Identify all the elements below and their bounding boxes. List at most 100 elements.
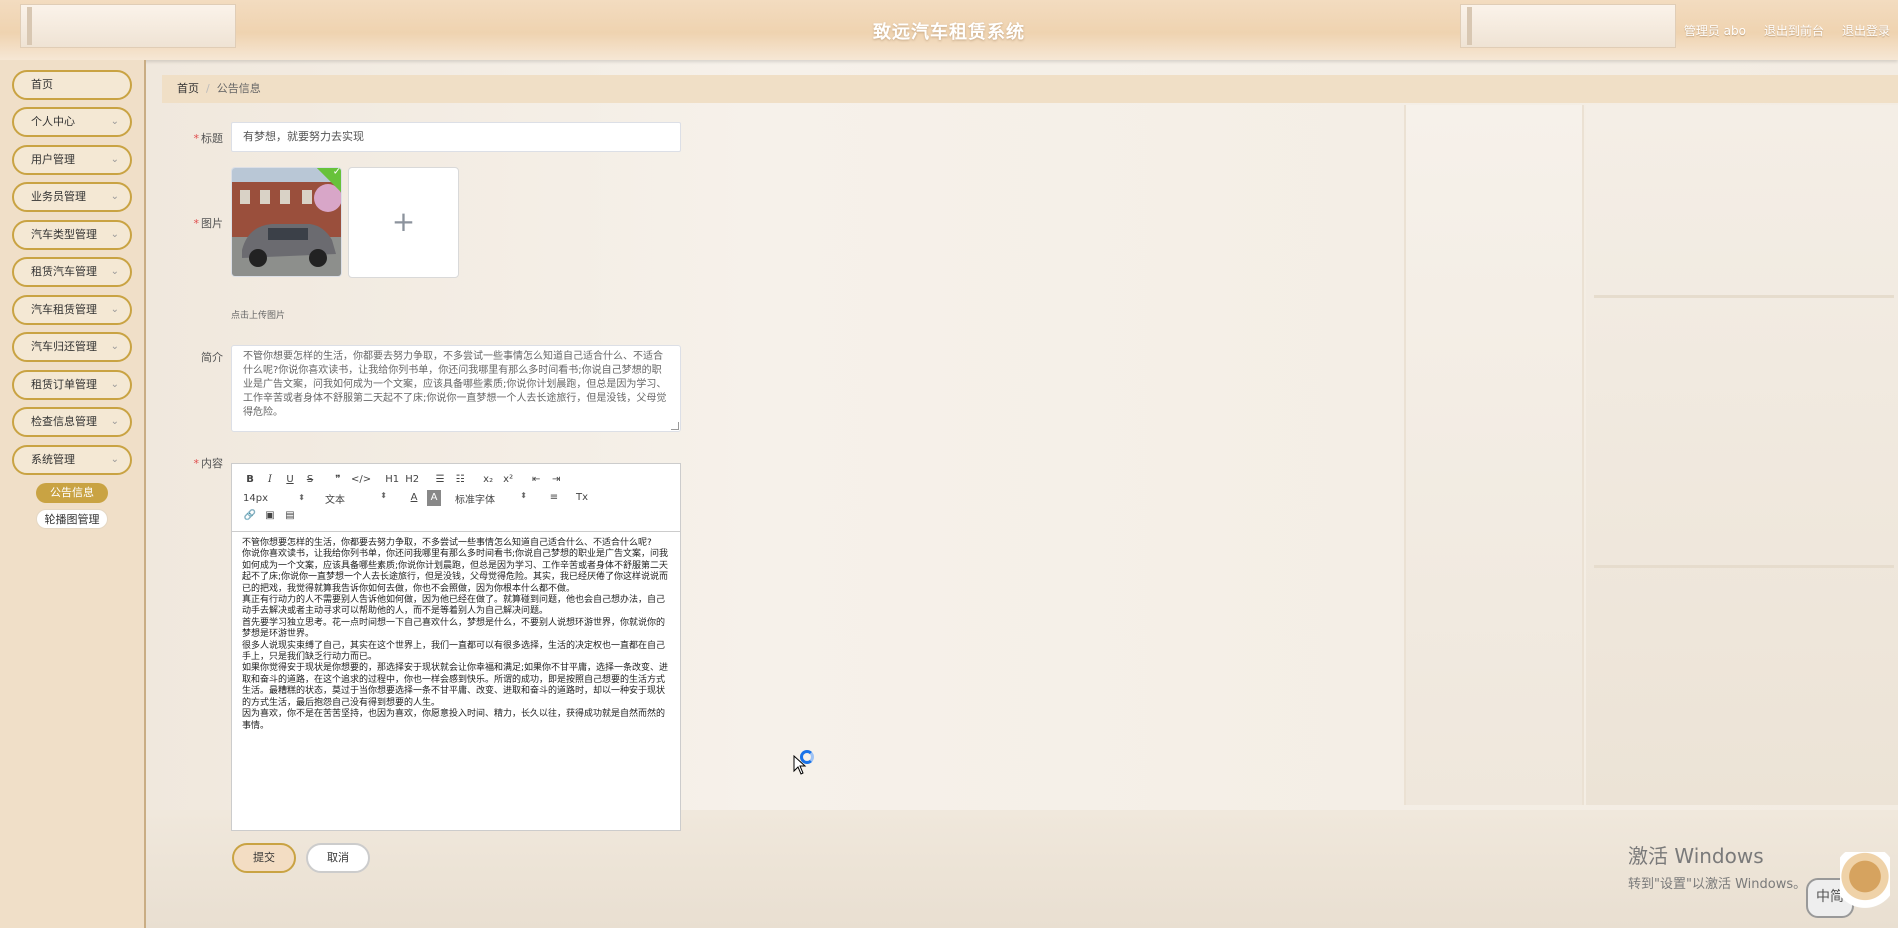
chevron-down-icon: ⌄ bbox=[110, 304, 119, 315]
toolbar-row-pickers: 14px ⬍ 文本 ⬍ A A 标准字体 ⬍ ≡ Tx bbox=[243, 490, 595, 506]
sidebar-item-car-rental-management[interactable]: 汽车租赁管理 ⌄ bbox=[12, 295, 132, 325]
align-button[interactable]: ≡ bbox=[547, 490, 561, 506]
sidebar-item-personal-center[interactable]: 个人中心 ⌄ bbox=[12, 107, 132, 137]
sidebar-item-system-management[interactable]: 系统管理 ⌄ bbox=[12, 445, 132, 475]
sidebar-item-label: 租赁订单管理 bbox=[31, 378, 97, 391]
sidebar-item-salesperson-management[interactable]: 业务员管理 ⌄ bbox=[12, 182, 132, 212]
toolbar-row-media: 🔗 ▣ ▤ bbox=[243, 508, 303, 524]
italic-button[interactable]: I bbox=[263, 472, 277, 488]
exit-to-frontend-link[interactable]: 退出到前台 bbox=[1764, 22, 1824, 39]
intro-label: 简介 bbox=[201, 351, 223, 364]
sidebar-item-car-return-management[interactable]: 汽车归还管理 ⌄ bbox=[12, 332, 132, 362]
editor-paragraph: 因为喜欢，你不是在苦苦坚持，也因为喜欢，你愿意投入时间、精力，长久以往，获得成功… bbox=[242, 709, 666, 731]
indent-button[interactable]: ⇥ bbox=[549, 472, 563, 488]
breadcrumb-current: 公告信息 bbox=[216, 82, 261, 95]
subscript-button[interactable]: x₂ bbox=[481, 472, 495, 488]
intro-textarea[interactable]: 不管你想要怎样的生活，你都要去努力争取，不多尝试一些事情怎么知道自己适合什么、不… bbox=[231, 345, 681, 432]
cancel-button[interactable]: 取消 bbox=[306, 843, 370, 873]
breadcrumb-separator: / bbox=[206, 82, 210, 95]
editor-toolbar: B I U S ❞ </> H1 H2 ☰ ☷ x₂ x² ⇤ ⇥ 14px ⬍ … bbox=[232, 464, 680, 532]
chevron-down-icon: ⌄ bbox=[110, 454, 119, 465]
sidebar-item-label: 系统管理 bbox=[31, 453, 75, 466]
background-color-button[interactable]: A bbox=[427, 490, 441, 506]
car-photo bbox=[232, 168, 341, 276]
app-title: 致远汽车租赁系统 bbox=[873, 22, 1025, 43]
sidebar-item-label: 租赁汽车管理 bbox=[31, 265, 97, 278]
ordered-list-button[interactable]: ☰ bbox=[433, 472, 447, 488]
sidebar-item-home[interactable]: 首页 bbox=[12, 70, 132, 100]
activation-subtitle: 转到"设置"以激活 Windows。 bbox=[1628, 877, 1807, 892]
sidebar-item-car-type-management[interactable]: 汽车类型管理 ⌄ bbox=[12, 220, 132, 250]
updown-icon: ⬍ bbox=[298, 492, 305, 502]
font-size-picker[interactable]: 14px ⬍ bbox=[243, 493, 305, 504]
sidebar-item-label: 业务员管理 bbox=[31, 190, 86, 203]
sidebar-item-label: 检查信息管理 bbox=[31, 415, 97, 428]
sidebar-item-user-management[interactable]: 用户管理 ⌄ bbox=[12, 145, 132, 175]
chevron-down-icon: ⌄ bbox=[110, 191, 119, 202]
check-icon: ✓ bbox=[332, 167, 342, 178]
image-icon[interactable]: ▣ bbox=[263, 508, 277, 524]
activation-title: 激活 Windows bbox=[1628, 844, 1764, 868]
updown-icon: ⬍ bbox=[380, 490, 387, 500]
heading2-button[interactable]: H2 bbox=[405, 472, 419, 488]
chevron-down-icon: ⌄ bbox=[110, 116, 119, 127]
editor-paragraph: 如果你觉得安于现状是你想要的，那选择安于现状就会让你幸福和满足;如果你不甘平庸，… bbox=[242, 663, 669, 708]
sidebar-item-rental-order-management[interactable]: 租赁订单管理 ⌄ bbox=[12, 370, 132, 400]
sidebar-subitem-carousel[interactable]: 轮播图管理 bbox=[36, 509, 108, 529]
chevron-down-icon: ⌄ bbox=[110, 379, 119, 390]
toolbar-row-formatting: B I U S ❞ </> H1 H2 ☰ ☷ x₂ x² ⇤ ⇥ bbox=[243, 472, 569, 488]
submit-button[interactable]: 提交 bbox=[232, 843, 296, 873]
sidebar-item-rental-car-management[interactable]: 租赁汽车管理 ⌄ bbox=[12, 257, 132, 287]
video-icon[interactable]: ▤ bbox=[283, 508, 297, 524]
admin-user-label: 管理员 abo bbox=[1683, 24, 1746, 38]
outdent-button[interactable]: ⇤ bbox=[529, 472, 543, 488]
logout-link[interactable]: 退出登录 bbox=[1842, 22, 1890, 39]
editor-content[interactable]: 不管你想要怎样的生活，你都要去努力争取，不多尝试一些事情怎么知道自己适合什么、不… bbox=[232, 532, 680, 738]
chevron-down-icon: ⌄ bbox=[110, 229, 119, 240]
bold-button[interactable]: B bbox=[243, 472, 257, 488]
dog-mascot-icon bbox=[1840, 852, 1890, 922]
top-header: 致远汽车租赁系统 管理员 abo 退出到前台 退出登录 bbox=[0, 0, 1898, 60]
resize-handle[interactable] bbox=[671, 422, 679, 430]
editor-paragraph: 不管你想要怎样的生活，你都要去努力争取，不多尝试一些事情怎么知道自己适合什么、不… bbox=[242, 538, 652, 548]
sidebar-item-label: 汽车租赁管理 bbox=[31, 303, 97, 316]
editor-paragraph: 很多人说现实束缚了自己，其实在这个世界上，我们一直都可以有很多选择，生活的决定权… bbox=[242, 640, 666, 663]
blockquote-button[interactable]: ❞ bbox=[331, 472, 345, 488]
updown-icon: ⬍ bbox=[520, 490, 527, 500]
upload-hint: 点击上传图片 bbox=[231, 311, 286, 321]
strikethrough-button[interactable]: S bbox=[303, 472, 317, 488]
uploaded-image-thumbnail[interactable]: ✓ bbox=[231, 167, 342, 277]
bullet-list-button[interactable]: ☷ bbox=[453, 472, 467, 488]
sidebar-item-label: 汽车类型管理 bbox=[31, 228, 97, 241]
windows-activation-watermark: 激活 Windows 转到"设置"以激活 Windows。 bbox=[1628, 840, 1806, 892]
clear-format-button[interactable]: Tx bbox=[575, 490, 589, 506]
intro-text: 不管你想要怎样的生活，你都要去努力争取，不多尝试一些事情怎么知道自己适合什么、不… bbox=[243, 351, 667, 418]
heading1-button[interactable]: H1 bbox=[385, 472, 399, 488]
link-icon[interactable]: 🔗 bbox=[243, 508, 257, 524]
breadcrumb: 首页 / 公告信息 bbox=[162, 75, 1898, 103]
image-upload-button[interactable]: + bbox=[348, 167, 459, 278]
sidebar-subitem-announcements[interactable]: 公告信息 bbox=[36, 483, 108, 503]
plus-icon: + bbox=[391, 205, 416, 238]
font-color-button[interactable]: A bbox=[407, 490, 421, 506]
ime-widget[interactable]: 中简 bbox=[1806, 852, 1890, 922]
code-block-button[interactable]: </> bbox=[351, 472, 371, 488]
text-type-picker[interactable]: 文本 ⬍ bbox=[325, 491, 387, 506]
editor-paragraph: 你说你喜欢读书，让我给你列书单，你还问我哪里有那么多时间看书;你说自己梦想的职业… bbox=[242, 549, 669, 594]
sidebar-item-inspection-management[interactable]: 检查信息管理 ⌄ bbox=[12, 407, 132, 437]
superscript-button[interactable]: x² bbox=[501, 472, 515, 488]
chevron-down-icon: ⌄ bbox=[110, 341, 119, 352]
chevron-down-icon: ⌄ bbox=[110, 266, 119, 277]
header-links: 管理员 abo 退出到前台 退出登录 bbox=[1684, 22, 1890, 39]
editor-paragraph: 真正有行动力的人不需要别人告诉他如何做，因为他已经在做了。就算碰到问题，他也会自… bbox=[242, 595, 666, 617]
background-door-right bbox=[1586, 105, 1898, 805]
title-input[interactable]: 有梦想，就要努力去实现 bbox=[231, 122, 681, 152]
font-family-picker[interactable]: 标准字体 ⬍ bbox=[455, 491, 527, 506]
underline-button[interactable]: U bbox=[283, 472, 297, 488]
sidebar-item-label: 用户管理 bbox=[31, 153, 75, 166]
chevron-down-icon: ⌄ bbox=[110, 154, 119, 165]
sidebar-item-label: 个人中心 bbox=[31, 115, 75, 128]
loading-spinner-icon bbox=[800, 750, 814, 764]
breadcrumb-home[interactable]: 首页 bbox=[177, 82, 199, 95]
background-door-left bbox=[1404, 105, 1584, 805]
